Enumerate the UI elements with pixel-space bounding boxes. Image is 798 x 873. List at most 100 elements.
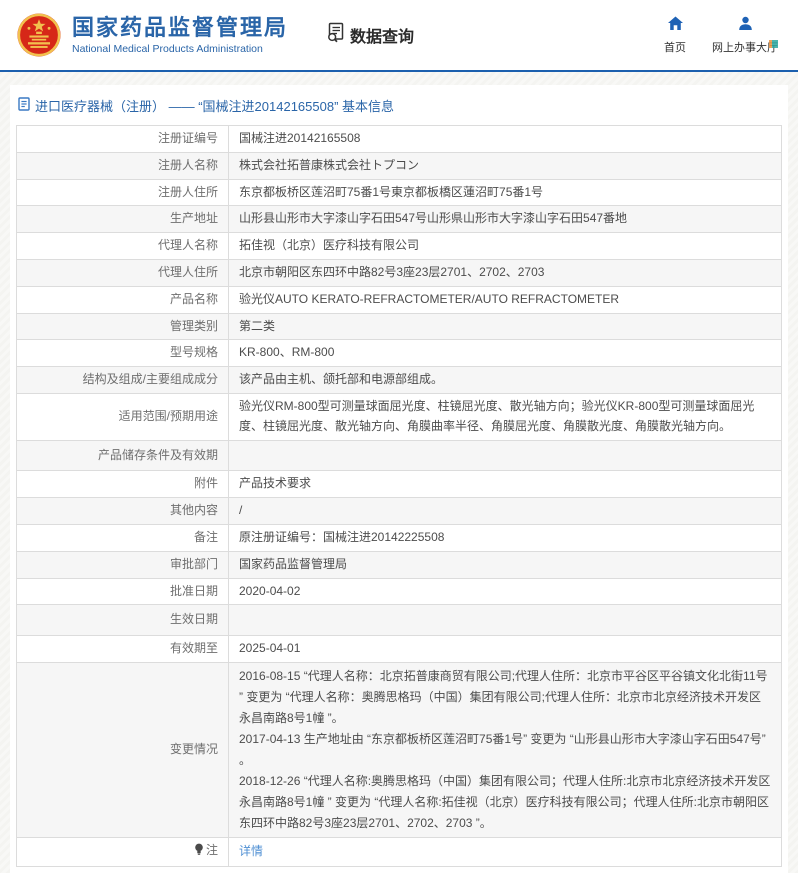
row-value-cell: 东京都板桥区莲沼町75番1号東京都板橋区蓮沼町75番1号 — [229, 179, 782, 206]
nav-data-query[interactable]: 数据查询 — [326, 22, 414, 48]
row-label: 附件 — [194, 476, 218, 490]
row-value: 株式会社拓普康株式会社トプコン — [239, 158, 419, 172]
row-label-cell: 结构及组成/主要组成成分 — [17, 367, 229, 394]
row-value-cell: 拓佳视（北京）医疗科技有限公司 — [229, 233, 782, 260]
row-label-cell: 批准日期 — [17, 578, 229, 605]
nav-home-label: 首页 — [664, 39, 686, 55]
row-label: 代理人名称 — [158, 238, 218, 252]
note-bulb-icon — [194, 843, 204, 863]
row-label: 注册人住所 — [158, 185, 218, 199]
change-record-line: 2016-08-15 “代理人名称：北京拓普康商贸有限公司;代理人住所：北京市平… — [239, 666, 771, 729]
table-row: 管理类别 第二类 — [17, 313, 782, 340]
row-value: 第二类 — [239, 319, 275, 333]
row-label: 批准日期 — [170, 584, 218, 598]
row-value-cell: KR-800、RM-800 — [229, 340, 782, 367]
nav-home[interactable]: 首页 — [664, 16, 686, 55]
row-value-cell — [229, 440, 782, 471]
row-label: 代理人住所 — [158, 265, 218, 279]
table-row: 注册人名称株式会社拓普康株式会社トプコン — [17, 152, 782, 179]
row-label-cell: 型号规格 — [17, 340, 229, 367]
national-emblem-logo — [16, 12, 62, 58]
row-label-cell: 注册人住所 — [17, 179, 229, 206]
table-row: 附件 产品技术要求 — [17, 471, 782, 498]
details-link[interactable]: 详情 — [239, 844, 263, 858]
row-value: 东京都板桥区莲沼町75番1号東京都板橋区蓮沼町75番1号 — [239, 185, 543, 199]
row-label-cell: 产品储存条件及有效期 — [17, 440, 229, 471]
table-row: 批准日期 2020-04-02 — [17, 578, 782, 605]
row-label-cell: 备注 — [17, 524, 229, 551]
row-label-cell: 产品名称 — [17, 286, 229, 313]
row-value: 验光仪RM-800型可测量球面屈光度、柱镜屈光度、散光轴方向；验光仪KR-800… — [239, 399, 754, 433]
row-value: KR-800、RM-800 — [239, 345, 334, 359]
row-value: / — [239, 503, 242, 517]
row-value-cell: / — [229, 498, 782, 525]
row-value-cell — [229, 605, 782, 636]
row-value-cell: 产品技术要求 — [229, 471, 782, 498]
table-row: 其他内容 / — [17, 498, 782, 525]
row-value: 验光仪AUTO KERATO-REFRACTOMETER/AUTO REFRAC… — [239, 292, 619, 306]
row-value: 2020-04-02 — [239, 584, 300, 598]
document-icon — [18, 97, 30, 114]
table-row: 注册证编号 国械注进20142165508 — [17, 126, 782, 153]
row-label: 生产地址 — [170, 211, 218, 225]
row-value-cell: 北京市朝阳区东四环中路82号3座23层2701、2702、2703 — [229, 259, 782, 286]
table-row: 代理人名称 拓佳视（北京）医疗科技有限公司 — [17, 233, 782, 260]
table-row: 注 详情 — [17, 837, 782, 866]
row-value-cell: 第二类 — [229, 313, 782, 340]
row-value: 该产品由主机、颌托部和电源部组成。 — [239, 372, 443, 386]
row-value-cell: 验光仪AUTO KERATO-REFRACTOMETER/AUTO REFRAC… — [229, 286, 782, 313]
row-value: 国家药品监督管理局 — [239, 557, 347, 571]
document-search-icon — [326, 22, 345, 48]
table-row: 型号规格 KR-800、RM-800 — [17, 340, 782, 367]
site-branding: 国家药品监督管理局 National Medical Products Admi… — [72, 15, 288, 54]
table-row: 注册人住所 东京都板桥区莲沼町75番1号東京都板橋区蓮沼町75番1号 — [17, 179, 782, 206]
row-label: 结构及组成/主要组成成分 — [83, 372, 218, 386]
row-label: 有效期至 — [170, 641, 218, 655]
header-right-nav: 首页 网上办事大厅 — [664, 16, 784, 55]
row-value: 2025-04-01 — [239, 641, 300, 655]
row-label-cell: 代理人名称 — [17, 233, 229, 260]
row-label-cell: 适用范围/预期用途 — [17, 393, 229, 440]
row-label-cell: 审批部门 — [17, 551, 229, 578]
breadcrumb-text: 进口医疗器械（注册） —— “国械注进20142165508” 基本信息 — [35, 96, 394, 115]
row-label-cell: 生产地址 — [17, 206, 229, 233]
info-table-body: 注册证编号 国械注进20142165508 注册人名称株式会社拓普康株式会社トプコン… — [17, 126, 782, 867]
table-row: 审批部门 国家药品监督管理局 — [17, 551, 782, 578]
row-value-cell: 国家药品监督管理局 — [229, 551, 782, 578]
row-value: 原注册证编号：国械注进20142225508 — [239, 530, 444, 544]
change-record-line: 2018-12-26 “代理人名称:奥腾思格玛（中国）集团有限公司；代理人住所:… — [239, 771, 771, 834]
row-value-cell: 山形县山形市大字漆山字石田547号山形県山形市大字漆山字石田547番地 — [229, 206, 782, 233]
row-value-cell: 该产品由主机、颌托部和电源部组成。 — [229, 367, 782, 394]
row-value-cell: 详情 — [229, 837, 782, 866]
row-label-cell: 有效期至 — [17, 636, 229, 663]
row-label: 产品储存条件及有效期 — [98, 448, 218, 462]
row-label: 管理类别 — [170, 319, 218, 333]
row-value: 国械注进20142165508 — [239, 131, 360, 145]
row-label-cell: 注 — [17, 837, 229, 866]
row-label: 审批部门 — [170, 557, 218, 571]
row-value-cell: 2025-04-01 — [229, 636, 782, 663]
content-card: 进口医疗器械（注册） —— “国械注进20142165508” 基本信息 注册证… — [10, 85, 788, 873]
table-row: 适用范围/预期用途 验光仪RM-800型可测量球面屈光度、柱镜屈光度、散光轴方向；… — [17, 393, 782, 440]
nav-service-hall[interactable]: 网上办事大厅 — [712, 16, 778, 55]
row-value-cell: 2020-04-02 — [229, 578, 782, 605]
row-label: 产品名称 — [170, 292, 218, 306]
row-label-cell: 管理类别 — [17, 313, 229, 340]
row-label: 注 — [206, 843, 218, 857]
row-value-cell: 原注册证编号：国械注进20142225508 — [229, 524, 782, 551]
table-row: 生产地址山形县山形市大字漆山字石田547号山形県山形市大字漆山字石田547番地 — [17, 206, 782, 233]
row-value: 拓佳视（北京）医疗科技有限公司 — [239, 238, 419, 252]
table-row: 产品名称 验光仪AUTO KERATO-REFRACTOMETER/AUTO RE… — [17, 286, 782, 313]
site-subtitle: National Medical Products Administration — [72, 43, 288, 55]
table-row: 生效日期 — [17, 605, 782, 636]
row-label: 备注 — [194, 530, 218, 544]
table-row: 备注 原注册证编号：国械注进20142225508 — [17, 524, 782, 551]
row-label: 型号规格 — [170, 345, 218, 359]
page-background: 进口医疗器械（注册） —— “国械注进20142165508” 基本信息 注册证… — [0, 72, 798, 873]
row-label: 其他内容 — [170, 503, 218, 517]
row-value: 产品技术要求 — [239, 476, 311, 490]
row-label: 注册证编号 — [158, 131, 218, 145]
breadcrumb: 进口医疗器械（注册） —— “国械注进20142165508” 基本信息 — [16, 94, 782, 125]
row-label: 适用范围/预期用途 — [119, 409, 218, 423]
table-row: 代理人住所北京市朝阳区东四环中路82号3座23层2701、2702、2703 — [17, 259, 782, 286]
